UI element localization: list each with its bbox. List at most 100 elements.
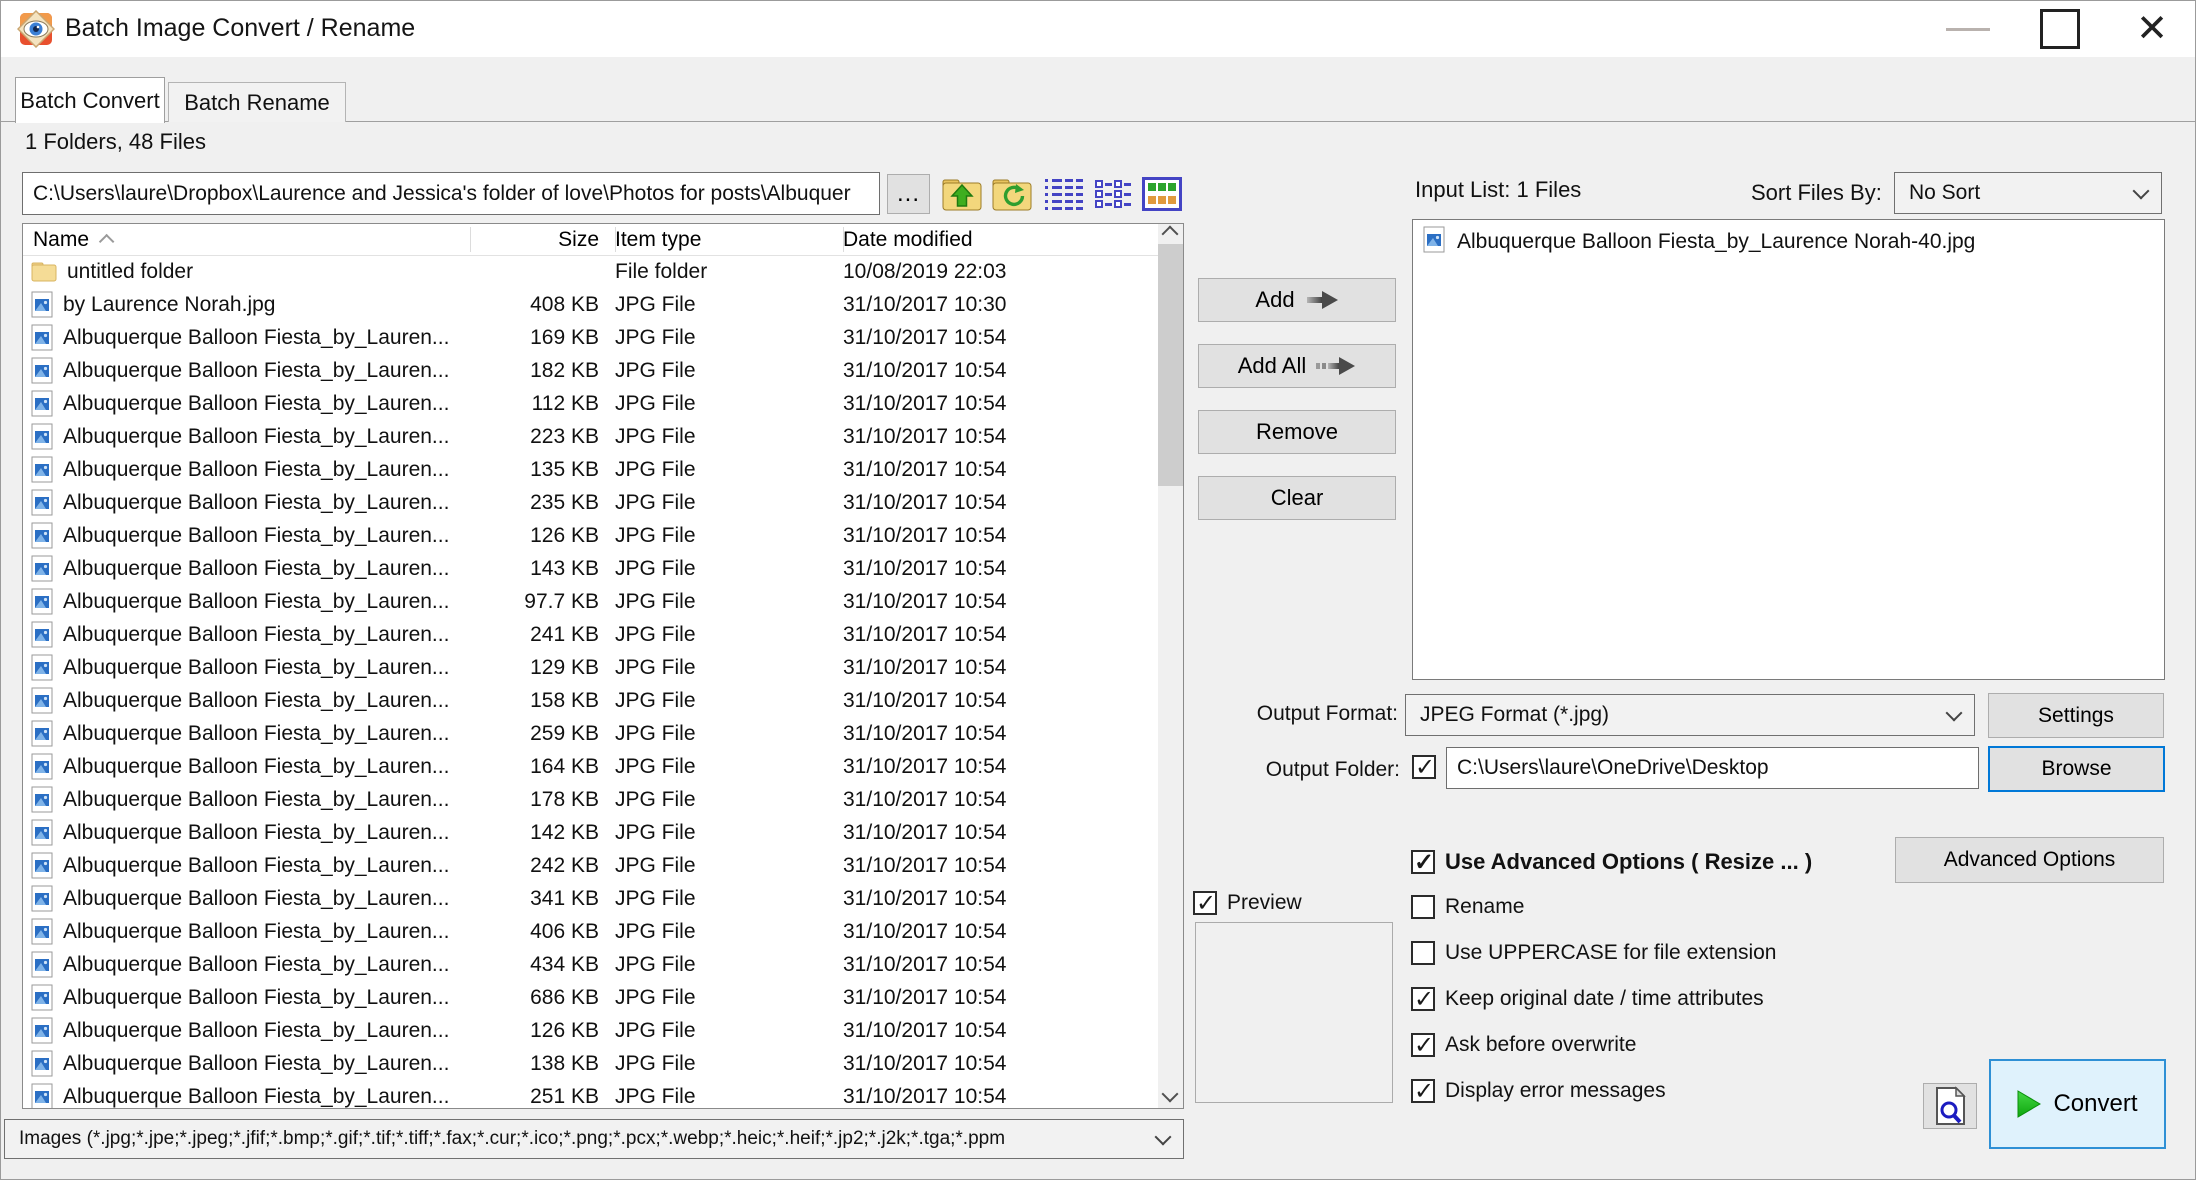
output-folder-checkbox[interactable]	[1412, 755, 1436, 779]
sort-files-dropdown[interactable]: No Sort	[1894, 172, 2162, 214]
output-folder-input[interactable]: C:\Users\laure\OneDrive\Desktop	[1446, 747, 1979, 789]
table-row[interactable]: Albuquerque Balloon Fiesta_by_Lauren... …	[23, 552, 1158, 585]
maximize-button[interactable]	[2021, 1, 2099, 57]
option-checkbox[interactable]	[1411, 895, 1435, 919]
folder-file-count: 1 Folders, 48 Files	[25, 129, 206, 155]
table-row[interactable]: Albuquerque Balloon Fiesta_by_Lauren... …	[23, 354, 1158, 387]
list-view-button[interactable]	[1091, 172, 1137, 216]
convert-button[interactable]: Convert	[1989, 1059, 2166, 1149]
table-row[interactable]: Albuquerque Balloon Fiesta_by_Lauren... …	[23, 915, 1158, 948]
table-row[interactable]: Albuquerque Balloon Fiesta_by_Lauren... …	[23, 1080, 1158, 1108]
use-advanced-options-checkbox[interactable]	[1411, 850, 1435, 874]
table-row[interactable]: Albuquerque Balloon Fiesta_by_Lauren... …	[23, 618, 1158, 651]
table-row[interactable]: Albuquerque Balloon Fiesta_by_Lauren... …	[23, 453, 1158, 486]
file-date: 31/10/2017 10:54	[835, 1052, 1158, 1076]
image-file-icon	[31, 819, 53, 846]
table-row[interactable]: Albuquerque Balloon Fiesta_by_Lauren... …	[23, 486, 1158, 519]
preview-conversion-button[interactable]	[1923, 1083, 1977, 1129]
file-date: 31/10/2017 10:54	[835, 854, 1158, 878]
tab-batch-convert[interactable]: Batch Convert	[15, 77, 165, 123]
add-button[interactable]: Add	[1198, 278, 1396, 322]
table-row[interactable]: Albuquerque Balloon Fiesta_by_Lauren... …	[23, 783, 1158, 816]
option-checkbox[interactable]	[1411, 987, 1435, 1011]
table-row[interactable]: Albuquerque Balloon Fiesta_by_Lauren... …	[23, 684, 1158, 717]
remove-button[interactable]: Remove	[1198, 410, 1396, 454]
file-size: 138 KB	[470, 1052, 607, 1076]
file-type-filter-dropdown[interactable]: Images (*.jpg;*.jpe;*.jpeg;*.jfif;*.bmp;…	[4, 1119, 1184, 1159]
preview-checkbox[interactable]	[1193, 891, 1217, 915]
table-row[interactable]: Albuquerque Balloon Fiesta_by_Lauren... …	[23, 948, 1158, 981]
file-date: 31/10/2017 10:54	[835, 1085, 1158, 1109]
option-checkbox[interactable]	[1411, 941, 1435, 965]
table-row[interactable]: Albuquerque Balloon Fiesta_by_Lauren... …	[23, 816, 1158, 849]
app-icon	[17, 10, 55, 48]
option-checkbox-row[interactable]: Keep original date / time attributes	[1411, 986, 1776, 1012]
column-header-date-modified[interactable]: Date modified	[835, 228, 1183, 252]
thumbnails-view-button[interactable]	[1139, 172, 1185, 216]
output-format-dropdown[interactable]: JPEG Format (*.jpg)	[1405, 694, 1975, 736]
folder-refresh-button[interactable]	[989, 172, 1035, 216]
advanced-options-button[interactable]: Advanced Options	[1895, 837, 2164, 883]
scroll-up-icon[interactable]	[1162, 226, 1179, 243]
minimize-icon	[1946, 28, 1990, 31]
file-date: 31/10/2017 10:54	[835, 821, 1158, 845]
file-type: JPG File	[607, 623, 835, 647]
table-row[interactable]: Albuquerque Balloon Fiesta_by_Lauren... …	[23, 981, 1158, 1014]
table-row[interactable]: untitled folder File folder 10/08/2019 2…	[23, 255, 1158, 288]
table-row[interactable]: Albuquerque Balloon Fiesta_by_Lauren... …	[23, 1014, 1158, 1047]
option-checkbox-row[interactable]: Use UPPERCASE for file extension	[1411, 940, 1776, 966]
table-row[interactable]: Albuquerque Balloon Fiesta_by_Lauren... …	[23, 651, 1158, 684]
option-checkbox-row[interactable]: Display error messages	[1411, 1078, 1776, 1104]
file-type: JPG File	[607, 524, 835, 548]
column-header-size[interactable]: Size	[470, 228, 607, 252]
table-row[interactable]: Albuquerque Balloon Fiesta_by_Lauren... …	[23, 519, 1158, 552]
table-row[interactable]: Albuquerque Balloon Fiesta_by_Lauren... …	[23, 849, 1158, 882]
option-checkbox-row[interactable]: Rename	[1411, 894, 1776, 920]
file-size: 408 KB	[470, 293, 607, 317]
file-type: JPG File	[607, 821, 835, 845]
file-date: 31/10/2017 10:54	[835, 920, 1158, 944]
column-separator[interactable]	[615, 227, 616, 252]
add-all-button[interactable]: Add All	[1198, 344, 1396, 388]
file-type: JPG File	[607, 887, 835, 911]
table-row[interactable]: Albuquerque Balloon Fiesta_by_Lauren... …	[23, 717, 1158, 750]
details-view-button[interactable]	[1041, 172, 1087, 216]
scroll-down-icon[interactable]	[1162, 1086, 1179, 1103]
column-separator[interactable]	[843, 227, 844, 252]
tab-batch-rename[interactable]: Batch Rename	[168, 82, 346, 122]
table-row[interactable]: Albuquerque Balloon Fiesta_by_Lauren... …	[23, 750, 1158, 783]
column-separator[interactable]	[470, 227, 471, 252]
scrollbar-thumb[interactable]	[1158, 244, 1183, 486]
list-item[interactable]: Albuquerque Balloon Fiesta_by_Laurence N…	[1413, 220, 2164, 260]
table-row[interactable]: by Laurence Norah.jpg 408 KB JPG File 31…	[23, 288, 1158, 321]
play-icon	[2017, 1090, 2041, 1118]
clear-button[interactable]: Clear	[1198, 476, 1396, 520]
file-name: Albuquerque Balloon Fiesta_by_Lauren...	[63, 755, 449, 779]
table-row[interactable]: Albuquerque Balloon Fiesta_by_Lauren... …	[23, 1047, 1158, 1080]
close-button[interactable]: ✕	[2113, 1, 2191, 57]
table-row[interactable]: Albuquerque Balloon Fiesta_by_Lauren... …	[23, 585, 1158, 618]
file-size: 164 KB	[470, 755, 607, 779]
file-size: 126 KB	[470, 1019, 607, 1043]
column-header-item-type[interactable]: Item type	[607, 228, 835, 252]
table-row[interactable]: Albuquerque Balloon Fiesta_by_Lauren... …	[23, 882, 1158, 915]
table-row[interactable]: Albuquerque Balloon Fiesta_by_Lauren... …	[23, 321, 1158, 354]
table-row[interactable]: Albuquerque Balloon Fiesta_by_Lauren... …	[23, 387, 1158, 420]
preview-checkbox-row[interactable]: Preview	[1193, 891, 1302, 915]
minimize-button[interactable]	[1929, 1, 2007, 57]
file-type: JPG File	[607, 590, 835, 614]
option-checkbox-row[interactable]: Ask before overwrite	[1411, 1032, 1776, 1058]
option-checkbox[interactable]	[1411, 1079, 1435, 1103]
browse-button[interactable]: Browse	[1988, 746, 2165, 792]
file-name: Albuquerque Balloon Fiesta_by_Lauren...	[63, 392, 449, 416]
file-list-scrollbar[interactable]	[1158, 224, 1183, 1108]
option-checkbox[interactable]	[1411, 1033, 1435, 1057]
input-file-list[interactable]: Albuquerque Balloon Fiesta_by_Laurence N…	[1412, 219, 2165, 680]
column-header-name[interactable]: Name	[23, 228, 470, 252]
settings-button[interactable]: Settings	[1988, 693, 2164, 738]
use-advanced-options-row[interactable]: Use Advanced Options ( Resize ... )	[1411, 849, 1812, 875]
browse-folder-ellipsis-button[interactable]: ...	[887, 174, 930, 214]
folder-up-button[interactable]	[939, 172, 985, 216]
folder-path-input[interactable]: C:\Users\laure\Dropbox\Laurence and Jess…	[22, 172, 880, 215]
table-row[interactable]: Albuquerque Balloon Fiesta_by_Lauren... …	[23, 420, 1158, 453]
